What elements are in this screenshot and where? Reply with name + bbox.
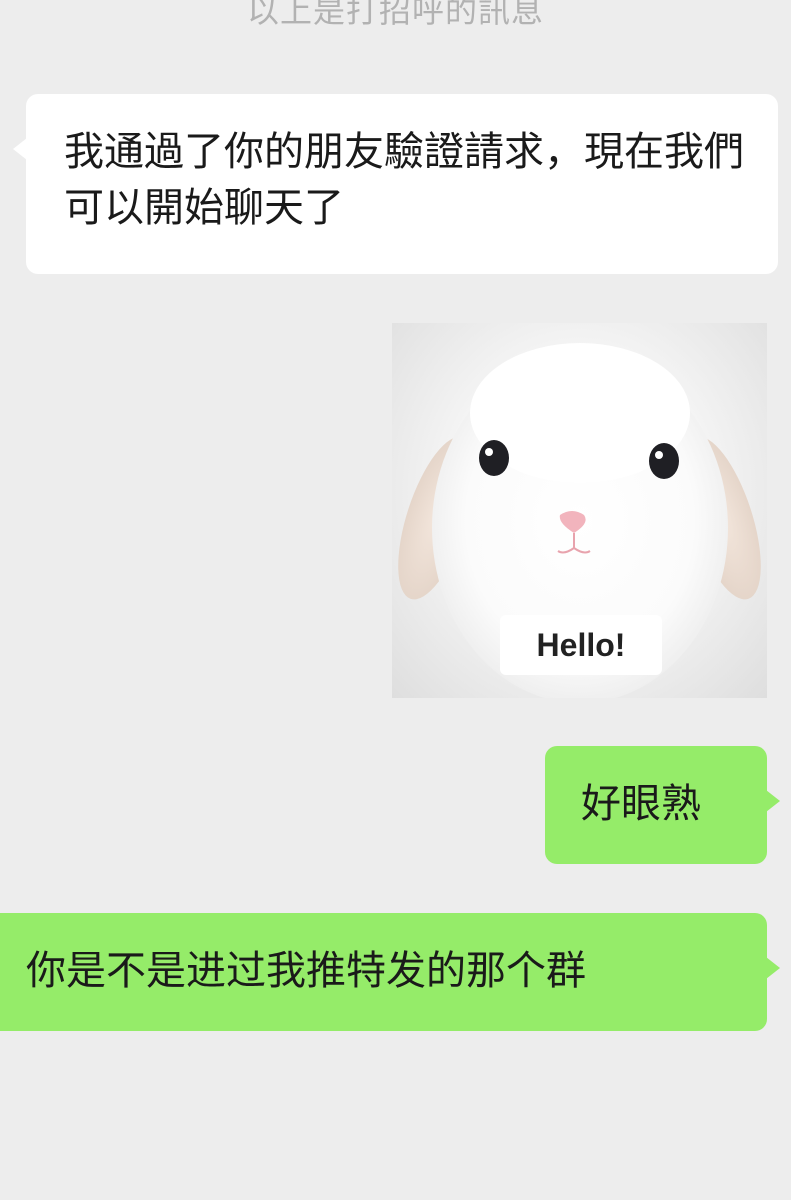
system-notice: 以上是打招呼的訊息 — [246, 0, 544, 30]
message-text: 好眼熟 — [581, 781, 701, 827]
message-bubble-outgoing[interactable]: 好眼熟 — [545, 746, 780, 864]
message-text: 你是不是进过我推特发的那个群 — [26, 948, 586, 994]
bubble-tail — [766, 790, 780, 812]
sticker-caption: Hello! — [500, 615, 662, 675]
message-bubble-incoming[interactable]: 我通過了你的朋友驗證請求，現在我們可以開始聊天了 — [13, 94, 778, 274]
message-text: 我通過了你的朋友驗證請求，現在我們可以開始聊天了 — [64, 129, 744, 231]
bubble-tail — [13, 138, 27, 160]
message-bubble-outgoing[interactable]: 你是不是进过我推特发的那个群 — [0, 913, 780, 1031]
bubble-tail — [766, 957, 780, 979]
